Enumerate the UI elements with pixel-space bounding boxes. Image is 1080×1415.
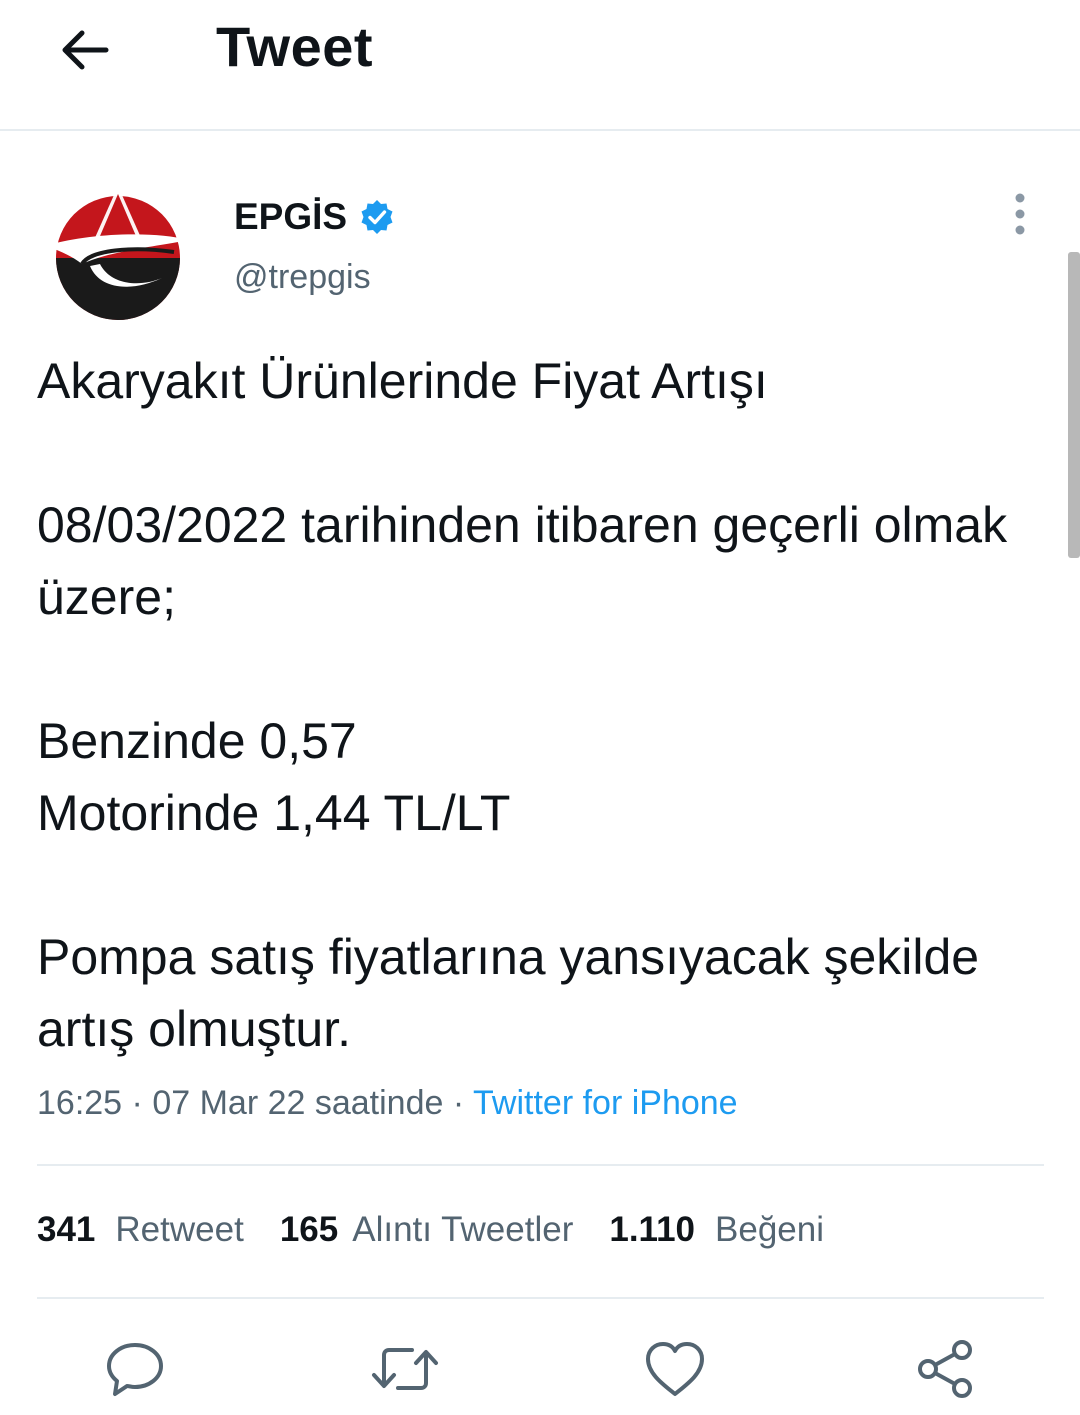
scrollbar[interactable] <box>1068 252 1080 558</box>
author-name-row[interactable]: EPGİS <box>234 196 395 238</box>
back-button[interactable] <box>52 18 116 82</box>
likes-stat[interactable]: 1.110 Beğeni <box>609 1210 824 1250</box>
epgis-logo <box>46 186 188 320</box>
share-button[interactable] <box>910 1334 980 1404</box>
reply-icon <box>107 1343 163 1396</box>
tweet-actions <box>0 1334 1080 1404</box>
divider <box>37 1297 1044 1299</box>
divider <box>37 1164 1044 1166</box>
tweet-time[interactable]: 16:25 <box>37 1084 122 1122</box>
meta-separator: · <box>452 1084 465 1122</box>
reply-button[interactable] <box>100 1334 170 1404</box>
quotes-label: Alıntı Tweetler <box>352 1210 574 1249</box>
tweet-source-link[interactable]: Twitter for iPhone <box>473 1084 738 1122</box>
quotes-stat[interactable]: 165 Alıntı Tweetler <box>280 1210 574 1250</box>
like-button[interactable] <box>640 1334 710 1404</box>
retweets-label: Retweet <box>115 1210 244 1249</box>
retweet-button[interactable] <box>370 1334 440 1404</box>
retweets-count: 341 <box>37 1210 96 1249</box>
tweet-date[interactable]: 07 Mar 22 saatinde <box>152 1084 443 1122</box>
likes-label: Beğeni <box>715 1210 824 1249</box>
retweet-icon <box>372 1348 438 1390</box>
tweet-meta: 16:25 · 07 Mar 22 saatinde · Twitter for… <box>37 1084 738 1123</box>
top-bar: Tweet <box>0 0 1080 131</box>
tweet-text: Akaryakıt Ürünlerinde Fiyat Artışı 08/03… <box>37 353 1008 1057</box>
page-title: Tweet <box>216 15 374 78</box>
quotes-count: 165 <box>279 1210 339 1249</box>
more-vertical-icon <box>1015 193 1025 235</box>
likes-count: 1.110 <box>609 1210 696 1249</box>
author-name[interactable]: EPGİS <box>234 196 347 238</box>
meta-separator: · <box>131 1084 143 1122</box>
retweets-stat[interactable]: 341 Retweet <box>37 1210 244 1250</box>
verified-badge-icon <box>361 200 393 234</box>
author-handle[interactable]: @trepgis <box>234 258 371 297</box>
tweet-stats: 341 Retweet 165 Alıntı Tweetler 1.110 Be… <box>37 1210 860 1250</box>
avatar[interactable] <box>42 180 190 320</box>
arrow-left-icon <box>62 30 109 70</box>
share-icon <box>918 1340 972 1398</box>
more-options-button[interactable] <box>1000 192 1040 238</box>
heart-icon <box>646 1342 704 1396</box>
